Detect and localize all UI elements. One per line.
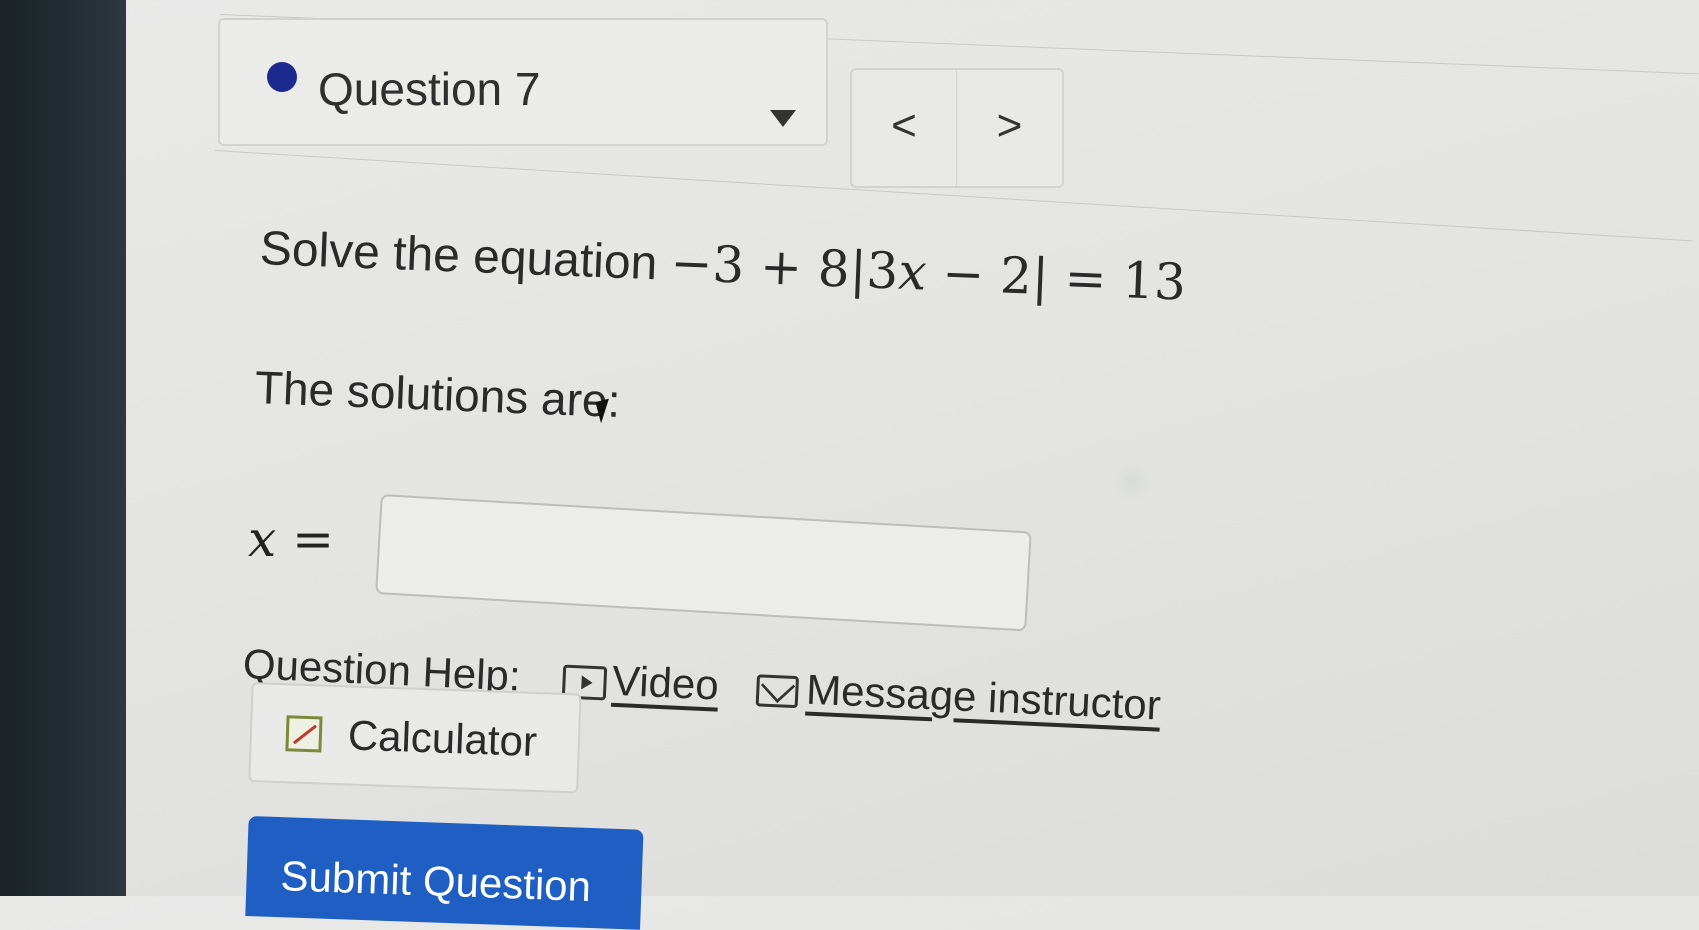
previous-question-button[interactable]: < [850, 68, 958, 188]
video-link[interactable]: Video [611, 657, 720, 709]
question-status-dot [267, 62, 297, 92]
question-selector-label: Question 7 [318, 63, 541, 115]
calculator-button[interactable]: Calculator [248, 682, 582, 794]
submit-question-button[interactable]: Submit Question [245, 816, 644, 930]
mail-icon[interactable] [755, 674, 799, 709]
calculator-icon [285, 715, 323, 753]
answer-label: 𝑥 = [248, 510, 334, 568]
next-question-button[interactable]: > [956, 68, 1064, 188]
calculator-label: Calculator [347, 711, 538, 766]
screen-smudge [1112, 462, 1152, 502]
caret-down-icon[interactable] [770, 110, 796, 127]
screen-bezel [0, 0, 126, 896]
